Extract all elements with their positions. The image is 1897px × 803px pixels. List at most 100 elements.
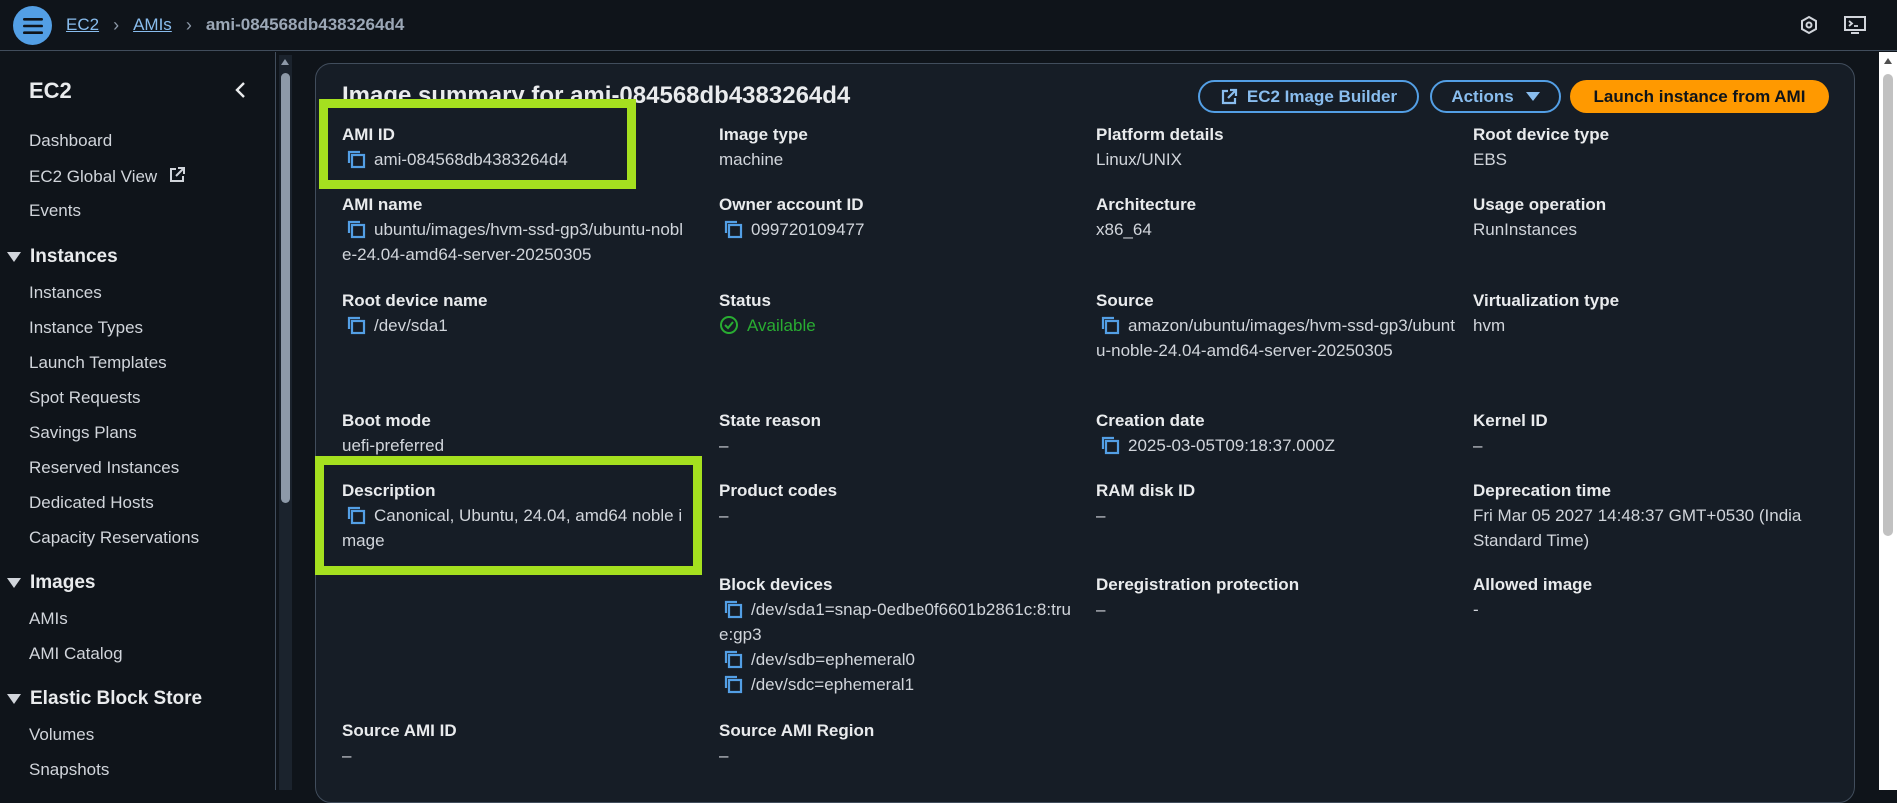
notifications-icon — [1801, 15, 1817, 35]
sidebar-item-ec2-global-view[interactable]: EC2 Global View — [29, 166, 186, 187]
sidebar-item-instance-types[interactable]: Instance Types — [29, 318, 143, 338]
field-value: hvm — [1473, 316, 1506, 335]
copy-icon[interactable] — [723, 649, 743, 669]
field-value: /dev/sdb=ephemeral0 — [719, 647, 1079, 672]
check-circle-icon — [720, 316, 738, 334]
breadcrumb-current: ami-084568db4383264d4 — [205, 15, 405, 34]
field-label: Virtualization type — [1473, 291, 1620, 310]
cloudshell-icon — [1844, 16, 1866, 34]
copy-icon[interactable] — [346, 219, 366, 239]
sidebar-item-reserved-instances[interactable]: Reserved Instances — [29, 458, 179, 478]
copy-icon[interactable] — [346, 315, 366, 335]
sidebar-section-label: Instances — [30, 246, 118, 267]
breadcrumb-separator-icon: › — [113, 14, 120, 35]
sidebar-item-volumes[interactable]: Volumes — [29, 725, 94, 745]
button-label: Actions — [1451, 86, 1514, 106]
copy-icon[interactable] — [723, 674, 743, 694]
sidebar-scrollbar-thumb[interactable] — [281, 73, 290, 503]
field-value: x86_64 — [1096, 220, 1152, 239]
copy-icon[interactable] — [723, 219, 743, 239]
field-kernel-id: Kernel ID – — [1473, 409, 1833, 458]
copy-icon[interactable] — [723, 599, 743, 619]
sidebar-title: EC2 — [29, 78, 72, 103]
field-block-devices: Block devices /dev/sda1=snap-0edbe0f6601… — [719, 573, 1079, 697]
caret-down-icon — [7, 694, 21, 704]
field-usage-operation: Usage operation RunInstances — [1473, 193, 1833, 242]
external-link-icon — [1221, 88, 1237, 104]
status-badge: Available — [747, 316, 816, 335]
field-value: - — [1473, 600, 1479, 619]
field-label: Product codes — [719, 481, 838, 500]
sidebar-item-instances[interactable]: Instances — [29, 283, 102, 303]
menu-button[interactable] — [13, 6, 52, 45]
actions-dropdown-button[interactable]: Actions — [1430, 80, 1561, 113]
sidebar-item-events[interactable]: Events — [29, 201, 81, 221]
sidebar-item-spot-requests[interactable]: Spot Requests — [29, 388, 141, 408]
field-state-reason: State reason – — [719, 409, 1079, 458]
scroll-up-arrow-icon[interactable] — [1884, 58, 1892, 64]
launch-instance-from-ami-button[interactable]: Launch instance from AMI — [1570, 80, 1829, 113]
field-label: Block devices — [719, 575, 833, 594]
field-value: – — [719, 506, 729, 525]
breadcrumb-separator-icon: › — [185, 14, 192, 35]
field-value: 099720109477 — [719, 217, 1079, 242]
field-label: RAM disk ID — [1096, 481, 1196, 500]
field-source-ami-id: Source AMI ID – — [342, 719, 702, 768]
field-label: Source AMI ID — [342, 721, 457, 740]
sidebar-item-launch-templates[interactable]: Launch Templates — [29, 353, 167, 373]
field-label: AMI name — [342, 195, 423, 214]
sidebar-collapse-button[interactable] — [229, 76, 251, 104]
copy-icon[interactable] — [1100, 435, 1120, 455]
notifications-button[interactable] — [1796, 12, 1822, 38]
block-device-text: /dev/sda1=snap-0edbe0f6601b2861c:8:true:… — [719, 600, 1071, 644]
field-allowed-image: Allowed image - — [1473, 573, 1833, 622]
block-device-text: /dev/sdb=ephemeral0 — [751, 650, 915, 669]
field-label: Deprecation time — [1473, 481, 1611, 500]
sidebar-item-amis[interactable]: AMIs — [29, 609, 68, 629]
external-link-icon — [169, 167, 185, 182]
field-value: Linux/UNIX — [1096, 150, 1182, 169]
scroll-up-arrow-icon[interactable] — [281, 59, 289, 65]
field-status: Status Available — [719, 289, 1079, 338]
field-virtualization-type: Virtualization type hvm — [1473, 289, 1833, 338]
sidebar: EC2 Dashboard EC2 Global View Events Ins… — [0, 52, 276, 790]
field-label: State reason — [719, 411, 822, 430]
field-value: – — [342, 746, 352, 765]
sidebar-item-snapshots[interactable]: Snapshots — [29, 760, 109, 780]
sidebar-item-savings-plans[interactable]: Savings Plans — [29, 423, 137, 443]
field-ram-disk-id: RAM disk ID – — [1096, 479, 1456, 528]
field-value: amazon/ubuntu/images/hvm-ssd-gp3/ubuntu-… — [1096, 313, 1456, 363]
ec2-image-builder-button[interactable]: EC2 Image Builder — [1198, 80, 1419, 113]
field-value: RunInstances — [1473, 220, 1577, 239]
field-label: Kernel ID — [1473, 411, 1548, 430]
chevron-left-icon — [235, 82, 245, 98]
sidebar-section-elastic-block-store[interactable]: Elastic Block Store — [7, 688, 202, 710]
cloudshell-button[interactable] — [1842, 12, 1868, 38]
creation-date-text: 2025-03-05T09:18:37.000Z — [1128, 436, 1335, 455]
breadcrumb-ec2-link[interactable]: EC2 — [66, 15, 99, 35]
sidebar-section-instances[interactable]: Instances — [7, 246, 118, 268]
copy-icon[interactable] — [1100, 315, 1120, 335]
sidebar-item-ami-catalog[interactable]: AMI Catalog — [29, 644, 123, 664]
sidebar-section-images[interactable]: Images — [7, 572, 95, 594]
main-scrollbar[interactable] — [1879, 52, 1897, 790]
sidebar-item-dedicated-hosts[interactable]: Dedicated Hosts — [29, 493, 154, 513]
sidebar-item-capacity-reservations[interactable]: Capacity Reservations — [29, 528, 199, 548]
main-scrollbar-thumb[interactable] — [1883, 74, 1893, 536]
top-navigation-bar: EC2 › AMIs › ami-084568db4383264d4 — [0, 0, 1897, 51]
sidebar-item-dashboard[interactable]: Dashboard — [29, 131, 112, 151]
sidebar-section-label: Images — [30, 572, 96, 593]
field-value: Available — [719, 313, 1079, 338]
field-source: Source amazon/ubuntu/images/hvm-ssd-gp3/… — [1096, 289, 1456, 363]
field-label: Source AMI Region — [719, 721, 875, 740]
field-value: ubuntu/images/hvm-ssd-gp3/ubuntu-noble-2… — [342, 217, 692, 267]
field-root-device-name: Root device name /dev/sda1 — [342, 289, 702, 338]
highlight-box-ami-id — [319, 99, 636, 189]
breadcrumb: EC2 › AMIs › ami-084568db4383264d4 — [66, 14, 404, 36]
field-label: Architecture — [1096, 195, 1197, 214]
sidebar-section-label: Elastic Block Store — [30, 688, 203, 709]
sidebar-item-label: EC2 Global View — [29, 167, 158, 186]
sidebar-scrollbar[interactable] — [279, 55, 292, 790]
field-ami-name: AMI name ubuntu/images/hvm-ssd-gp3/ubunt… — [342, 193, 692, 267]
breadcrumb-amis-link[interactable]: AMIs — [133, 15, 172, 35]
